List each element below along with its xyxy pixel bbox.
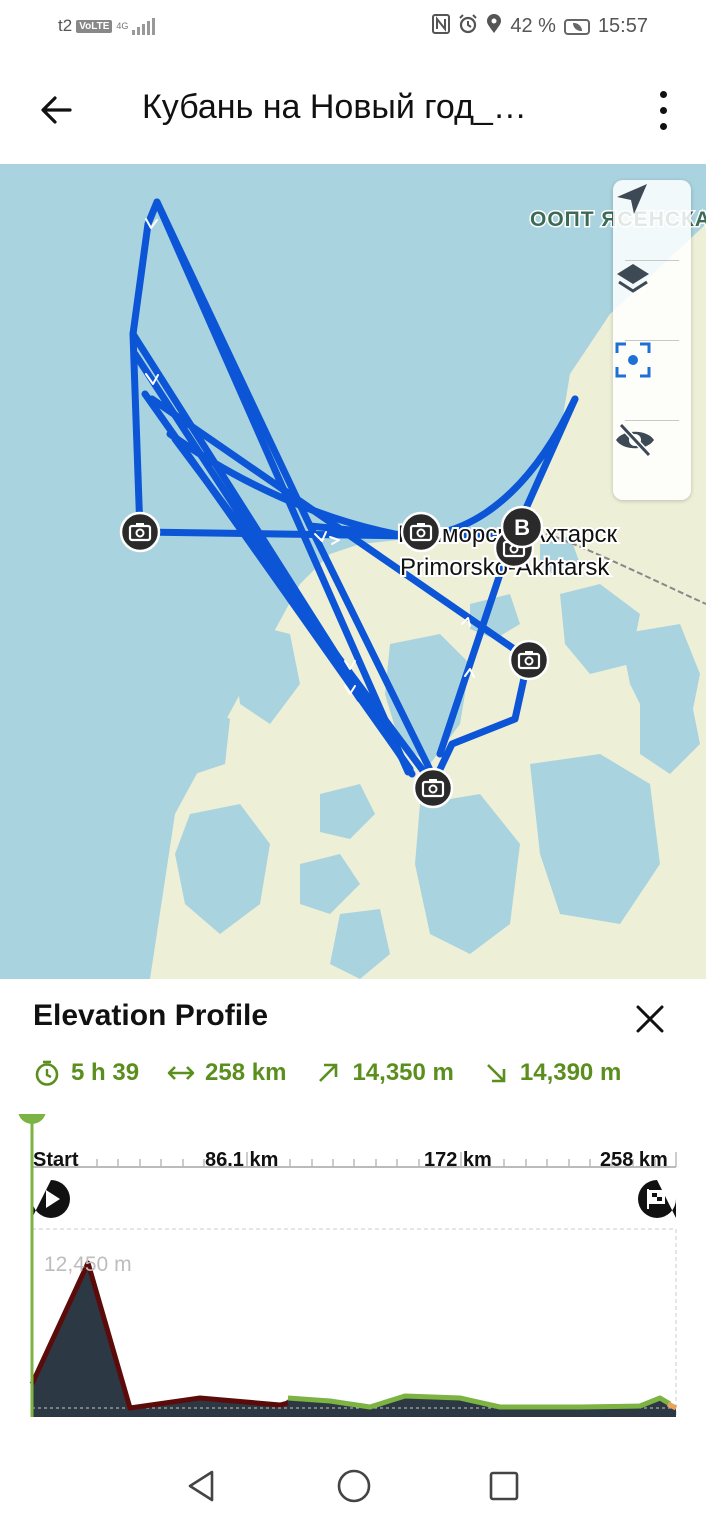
navigation-arrow-icon — [617, 184, 647, 214]
layers-icon — [617, 264, 649, 293]
distance-label-start: Start — [33, 1149, 79, 1171]
elevation-area — [32, 1263, 676, 1417]
map-view[interactable]: ООПТ ЯСЕНСКА Приморско-Ахтарск Primorsko… — [0, 164, 706, 979]
stopwatch-icon — [33, 1059, 61, 1087]
finish-badge — [638, 1180, 676, 1218]
stat-duration-value: 5 h 39 — [71, 1059, 140, 1086]
stat-descent: 14,390 m — [482, 1059, 621, 1087]
map-controls — [613, 180, 691, 500]
clock: 15:57 — [597, 15, 648, 37]
battery-percent: 42 % — [510, 15, 556, 37]
recents-square-icon — [489, 1471, 519, 1501]
close-button[interactable] — [630, 999, 670, 1039]
page-title: Кубань на Новый год_… — [142, 88, 527, 126]
photo-marker[interactable] — [412, 767, 454, 809]
app-bar: Кубань на Новый год_… — [0, 56, 706, 164]
stat-duration: 5 h 39 — [33, 1059, 139, 1087]
nfc-icon — [432, 14, 451, 39]
stat-ascent: 14,350 m — [314, 1059, 454, 1087]
min-elevation-label: -160 m — [44, 1414, 109, 1437]
location-icon — [486, 14, 502, 39]
distance-ticks — [53, 1152, 677, 1167]
network-type: 4G — [116, 20, 129, 31]
center-focus-icon — [615, 342, 651, 378]
home-circle-icon — [337, 1469, 371, 1503]
more-vert-icon — [659, 90, 667, 98]
layers-button[interactable] — [613, 260, 691, 340]
nav-recents-button[interactable] — [479, 1461, 529, 1511]
stat-ascent-value: 14,350 m — [352, 1059, 454, 1086]
status-left: t2 VoLTE 4G — [58, 16, 156, 36]
locate-button[interactable] — [613, 180, 691, 260]
battery-saver-icon — [563, 18, 590, 35]
start-badge — [32, 1180, 70, 1218]
distance-label-2: 172 km — [424, 1149, 492, 1171]
photo-marker[interactable] — [400, 511, 442, 553]
distance-label-1: 86.1 km — [205, 1149, 279, 1171]
nav-back-button[interactable] — [177, 1461, 227, 1511]
back-button[interactable] — [28, 84, 84, 136]
carrier-name: t2 — [58, 16, 73, 35]
visibility-off-icon — [616, 422, 654, 458]
close-icon — [636, 1005, 664, 1033]
alarm-icon — [458, 14, 478, 39]
position-cursor-handle[interactable] — [18, 1114, 46, 1124]
photo-marker[interactable] — [508, 639, 550, 681]
end-marker-label: B — [514, 515, 530, 540]
max-elevation-label: 12,450 m — [44, 1253, 132, 1276]
distance-label-end: 258 km — [600, 1149, 668, 1171]
more-options-button[interactable] — [648, 86, 678, 134]
back-triangle-icon — [188, 1470, 214, 1502]
stat-descent-value: 14,390 m — [519, 1059, 622, 1086]
stat-distance: 258 km — [167, 1059, 286, 1087]
center-focus-button[interactable] — [613, 340, 691, 420]
volte-badge: VoLTE — [76, 19, 113, 33]
status-bar: t2 VoLTE 4G 42 % 15:57 — [0, 0, 706, 56]
panel-title: Elevation Profile — [33, 999, 269, 1032]
hide-overlay-button[interactable] — [613, 420, 691, 500]
distance-arrows-icon — [167, 1059, 195, 1087]
arrow-back-icon — [41, 96, 72, 124]
stat-distance-value: 258 km — [205, 1059, 287, 1086]
status-right: 42 % 15:57 — [432, 14, 648, 39]
end-marker[interactable]: B — [500, 505, 544, 549]
photo-marker[interactable] — [119, 511, 161, 553]
descent-arrow-icon — [482, 1059, 510, 1087]
elevation-panel: Elevation Profile 5 h 39 258 km 14,350 m — [0, 979, 706, 1439]
map-canvas[interactable]: ООПТ ЯСЕНСКА Приморско-Ахтарск Primorsko… — [0, 164, 706, 979]
nav-home-button[interactable] — [329, 1461, 379, 1511]
track-stats: 5 h 39 258 km 14,350 m 14,390 m — [33, 1059, 649, 1087]
system-nav-bar — [0, 1439, 706, 1529]
ascent-arrow-icon — [314, 1059, 342, 1087]
signal-icon — [132, 17, 156, 35]
